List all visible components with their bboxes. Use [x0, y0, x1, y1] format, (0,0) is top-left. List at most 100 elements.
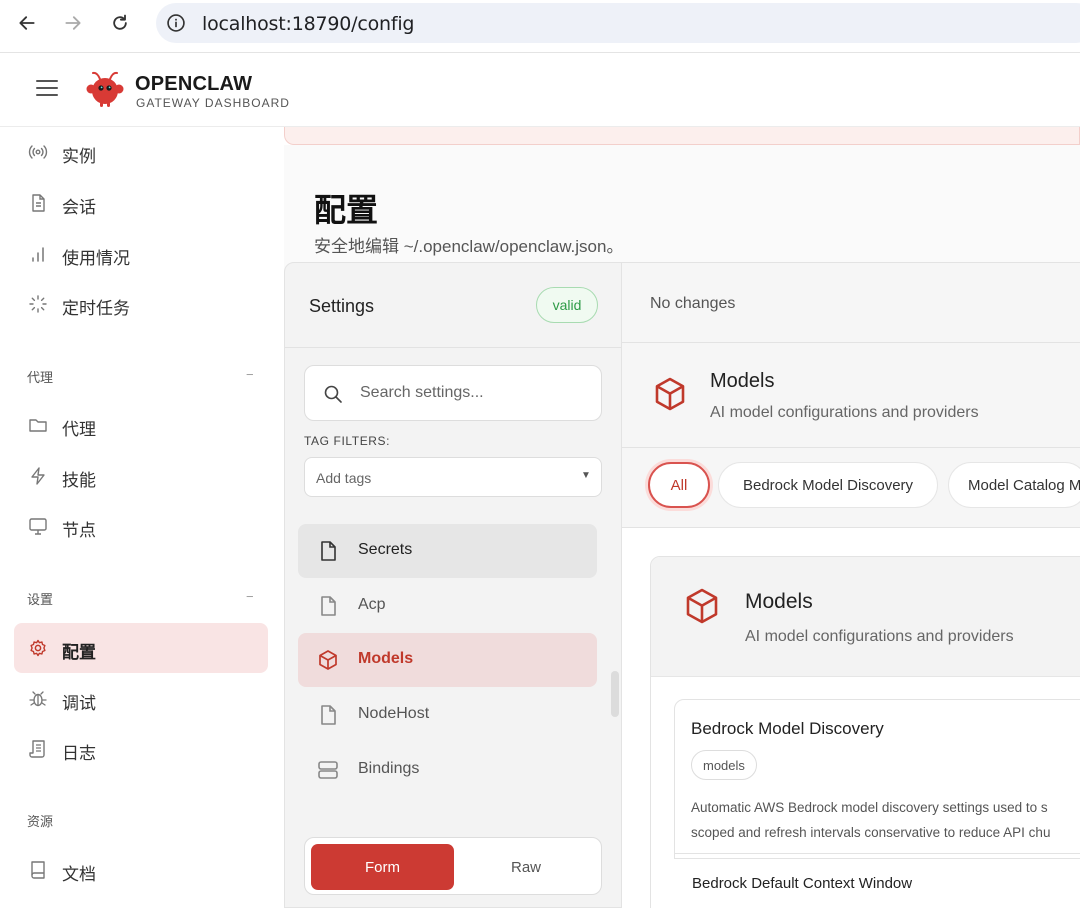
- form-mode-button[interactable]: Form: [311, 844, 454, 890]
- cube-icon: [686, 588, 718, 624]
- page-subtitle: 安全地编辑 ~/.openclaw/openclaw.json。: [314, 237, 624, 256]
- folder-icon: [29, 419, 47, 432]
- alert-banner: [284, 127, 1080, 145]
- section-title: Models: [710, 370, 775, 392]
- section-item-label: Acp: [358, 596, 386, 613]
- field-tag[interactable]: models: [691, 750, 757, 780]
- loader-icon: [29, 295, 47, 313]
- caret-down-icon: ▼: [581, 470, 591, 481]
- sidebar-item-nodes[interactable]: 节点: [14, 501, 268, 551]
- browser-toolbar: localhost:18790/config: [0, 0, 1080, 46]
- tag-filters-label: TAG FILTERS:: [304, 434, 391, 448]
- sidebar-item-label: 调试: [62, 694, 96, 713]
- forward-button[interactable]: [61, 11, 85, 35]
- back-button[interactable]: [15, 11, 39, 35]
- sidebar-item-label: 实例: [62, 147, 96, 166]
- sidebar-item-usage[interactable]: 使用情况: [14, 229, 268, 279]
- collapse-agents-button[interactable]: −: [246, 367, 254, 382]
- info-icon[interactable]: [166, 13, 186, 33]
- sidebar-item-config[interactable]: 配置: [14, 623, 268, 673]
- scroll-icon: [29, 740, 45, 758]
- reload-icon: [113, 14, 127, 30]
- collapse-settings-button[interactable]: −: [246, 589, 254, 604]
- bar-chart-icon: [32, 247, 44, 262]
- field-description-line: Automatic AWS Bedrock model discovery se…: [691, 800, 1048, 815]
- mode-toggle: Form Raw: [304, 837, 602, 895]
- book-icon: [31, 861, 45, 879]
- divider: [622, 447, 1080, 448]
- sidebar: 实例 会话 使用情况 定时任务 代理 − 代理 技能 节点 设置 − 配置 调试…: [0, 127, 284, 908]
- url-text: localhost:18790/config: [202, 13, 415, 35]
- section-heading-settings: 设置: [27, 592, 54, 607]
- card-title: Models: [745, 590, 813, 613]
- sidebar-item-docs[interactable]: 文档: [14, 845, 268, 895]
- section-heading-resources: 资源: [27, 814, 54, 829]
- settings-title: Settings: [309, 296, 375, 316]
- menu-toggle-button[interactable]: [36, 80, 58, 100]
- brand-subtitle: GATEWAY DASHBOARD: [136, 96, 290, 110]
- search-icon: [324, 385, 342, 403]
- section-item-label: NodeHost: [358, 705, 430, 722]
- document-icon: [32, 194, 45, 212]
- sidebar-item-agents[interactable]: 代理: [14, 400, 268, 450]
- hamburger-line: [36, 94, 58, 96]
- sidebar-item-logs[interactable]: 日志: [14, 724, 268, 774]
- cube-icon: [319, 650, 337, 670]
- sidebar-item-label: 节点: [62, 521, 96, 540]
- card-header: Models AI model configurations and provi…: [651, 557, 1080, 677]
- server-icon: [318, 761, 338, 779]
- card-description: AI model configurations and providers: [745, 628, 1014, 645]
- sidebar-item-skills[interactable]: 技能: [14, 451, 268, 501]
- chip-model-catalog[interactable]: Model Catalog M: [948, 462, 1080, 508]
- chip-all[interactable]: All: [648, 462, 710, 508]
- field-title: Bedrock Default Context Window: [692, 875, 913, 892]
- lobster-logo-icon: [86, 71, 124, 107]
- sidebar-item-label: 配置: [62, 643, 96, 662]
- app-header: OPENCLAW GATEWAY DASHBOARD: [0, 53, 1080, 127]
- tag-filter-select[interactable]: Add tags ▼: [304, 457, 602, 497]
- section-item-models[interactable]: Models: [298, 633, 597, 687]
- chip-bedrock-model-discovery[interactable]: Bedrock Model Discovery: [718, 462, 938, 508]
- cube-icon: [655, 377, 685, 411]
- section-item-label: Bindings: [358, 760, 420, 777]
- file-icon: [321, 541, 336, 561]
- gear-icon: [30, 639, 46, 657]
- hamburger-line: [36, 87, 58, 89]
- main-content: 配置 安全地编辑 ~/.openclaw/openclaw.json。 Sett…: [284, 145, 1080, 908]
- arrow-right-icon: [65, 16, 81, 30]
- section-item-label: Models: [358, 650, 414, 667]
- field-description: Automatic AWS Bedrock model discovery se…: [691, 795, 1080, 845]
- lightning-icon: [31, 467, 45, 485]
- field-bedrock-model-discovery[interactable]: Bedrock Model Discovery models Automatic…: [674, 699, 1080, 859]
- file-icon: [321, 596, 336, 616]
- reload-button[interactable]: [108, 11, 132, 35]
- sidebar-item-label: 会话: [62, 198, 96, 217]
- settings-panel: Settings valid Search settings... TAG FI…: [284, 262, 622, 908]
- file-icon: [321, 705, 336, 725]
- raw-mode-button[interactable]: Raw: [455, 844, 597, 890]
- sidebar-item-instances[interactable]: 实例: [14, 127, 268, 177]
- section-item-bindings[interactable]: Bindings: [298, 743, 597, 797]
- sidebar-item-cron[interactable]: 定时任务: [14, 279, 268, 329]
- change-status: No changes: [650, 295, 736, 312]
- address-bar[interactable]: localhost:18790/config: [156, 3, 1080, 43]
- section-heading-agents: 代理: [27, 370, 54, 385]
- section-item-secrets[interactable]: Secrets: [298, 524, 597, 578]
- status-badge: valid: [536, 287, 598, 323]
- arrow-left-icon: [19, 16, 35, 30]
- search-input[interactable]: Search settings...: [304, 365, 602, 421]
- sidebar-item-sessions[interactable]: 会话: [14, 178, 268, 228]
- sidebar-item-label: 使用情况: [62, 249, 130, 268]
- sidebar-item-debug[interactable]: 调试: [14, 674, 268, 724]
- tag-placeholder: Add tags: [316, 470, 372, 486]
- scrollbar-thumb[interactable]: [611, 671, 619, 717]
- field-description-line: scoped and refresh intervals conservativ…: [691, 825, 1051, 840]
- section-item-nodehost[interactable]: NodeHost: [298, 688, 597, 742]
- divider: [674, 853, 1080, 854]
- section-description: AI model configurations and providers: [710, 404, 979, 421]
- bug-icon: [29, 691, 47, 707]
- sidebar-item-label: 技能: [62, 471, 96, 490]
- section-item-acp[interactable]: Acp: [298, 579, 597, 633]
- monitor-icon: [29, 518, 47, 535]
- brand-name: OPENCLAW: [135, 73, 253, 95]
